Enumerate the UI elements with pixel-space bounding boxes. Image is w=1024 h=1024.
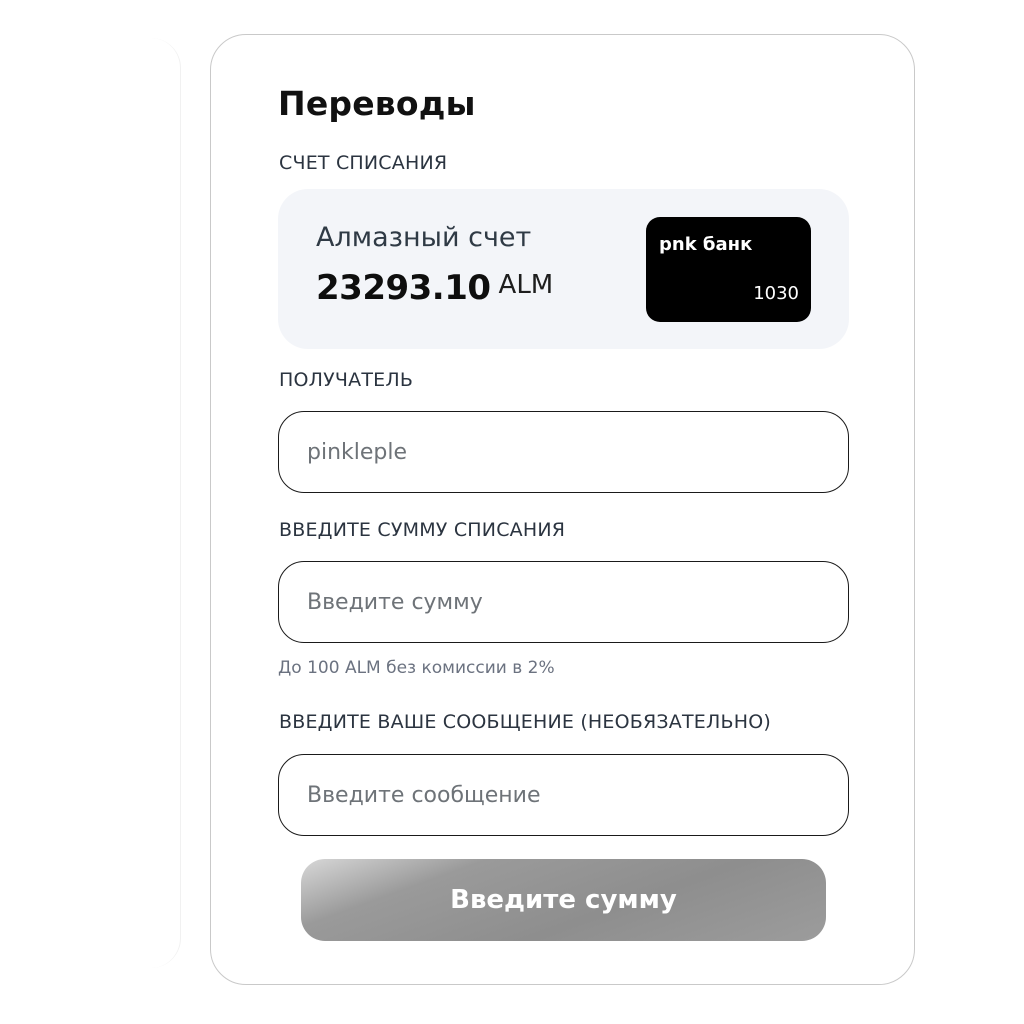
message-input[interactable]: [307, 755, 817, 835]
account-name: Алмазный счет: [316, 222, 532, 253]
commission-hint: До 100 ALM без комиссии в 2%: [278, 658, 555, 678]
balance-amount: 23293.10: [316, 268, 491, 308]
transfer-form-card: [210, 34, 915, 985]
amount-field[interactable]: [278, 561, 849, 643]
message-field[interactable]: [278, 754, 849, 836]
recipient-field[interactable]: [278, 411, 849, 493]
source-account-label: СЧЕТ СПИСАНИЯ: [279, 152, 448, 174]
bank-card-number: 1030: [753, 283, 799, 304]
amount-label: ВВЕДИТЕ СУММУ СПИСАНИЯ: [279, 519, 566, 541]
recipient-input[interactable]: [307, 412, 817, 492]
message-label: ВВЕДИТЕ ВАШЕ СООБЩЕНИЕ (НЕОБЯЗАТЕЛЬНО): [279, 711, 771, 733]
recipient-label: ПОЛУЧАТЕЛЬ: [279, 369, 414, 391]
page-title: Переводы: [278, 84, 476, 123]
balance-currency: ALM: [498, 270, 554, 300]
amount-input[interactable]: [307, 562, 817, 642]
bank-card-name: pnk банк: [659, 234, 753, 255]
background-panel-edge: [150, 38, 181, 968]
bank-card: pnk банк 1030: [646, 217, 811, 322]
submit-button[interactable]: Введите сумму: [301, 859, 826, 941]
account-balance: 23293.10 ALM: [316, 268, 553, 308]
